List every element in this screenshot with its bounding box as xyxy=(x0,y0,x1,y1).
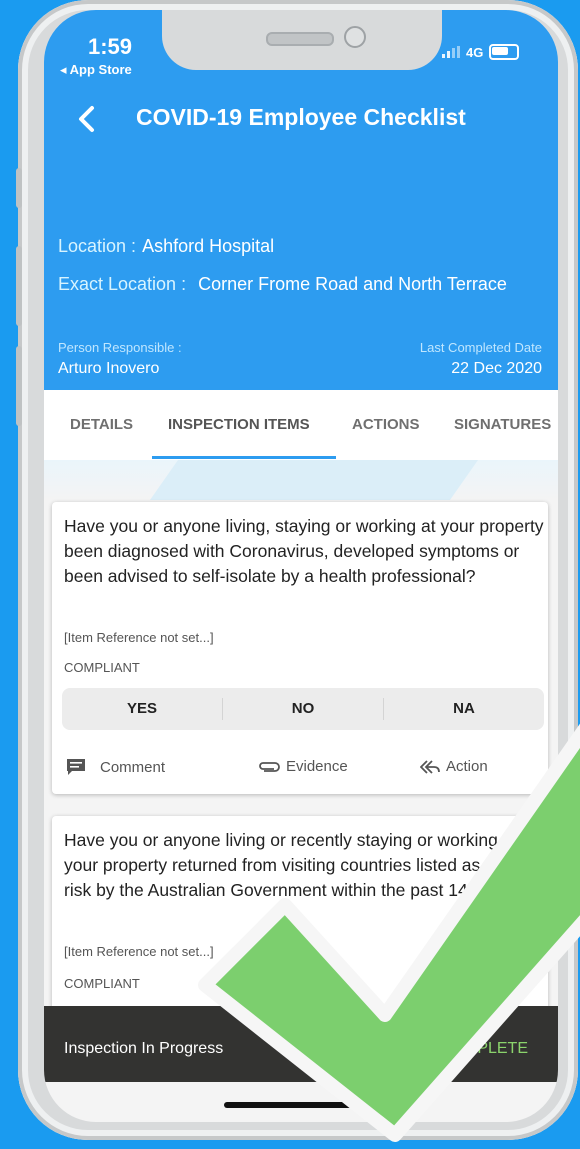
compliance-label: COMPLIANT xyxy=(64,976,140,991)
evidence-button[interactable]: Evidence xyxy=(258,758,348,775)
mute-switch xyxy=(16,168,22,208)
speaker xyxy=(266,32,334,46)
tab-actions[interactable]: ACTIONS xyxy=(352,416,420,433)
item-question: Have you or anyone living or recently st… xyxy=(64,830,520,900)
comment-icon xyxy=(67,759,85,775)
complete-button[interactable]: COMPLETE xyxy=(440,1040,528,1058)
location-label: Location : xyxy=(58,236,137,256)
exact-location-label: Exact Location : xyxy=(58,274,187,294)
location-value: Ashford Hospital xyxy=(142,236,275,256)
signal-icon xyxy=(442,46,460,58)
background-stripe xyxy=(149,460,479,500)
item-question: Have you or anyone living, staying or wo… xyxy=(64,516,544,586)
exact-location-value: Corner Frome Road and North Terrace xyxy=(198,274,507,294)
tab-details[interactable]: DETAILS xyxy=(70,416,133,433)
evidence-label: Evidence xyxy=(286,758,348,775)
battery-icon xyxy=(489,44,520,60)
back-to-app-store-link[interactable]: ◂ App Store xyxy=(60,62,132,78)
network-type: 4G xyxy=(466,44,484,60)
volume-down-button xyxy=(16,346,22,426)
camera xyxy=(344,26,366,48)
compliance-label: COMPLIANT xyxy=(64,660,140,675)
comment-button[interactable]: Comment xyxy=(66,758,165,776)
location-row: Location : Ashford Hospital xyxy=(58,236,274,257)
reply-all-icon xyxy=(420,759,440,774)
answer-segmented-control: YES NO NA xyxy=(62,688,544,730)
answer-no-button[interactable]: NO xyxy=(223,700,383,717)
exact-location-row: Exact Location : Corner Frome Road and No… xyxy=(58,274,507,295)
item-reference: [Item Reference not set...] xyxy=(64,630,214,645)
tab-bar: DETAILS INSPECTION ITEMS ACTIONS SIGNATU… xyxy=(44,390,558,460)
item-reference: [Item Reference not set...] xyxy=(64,944,214,959)
answer-yes-button[interactable]: YES xyxy=(62,700,222,717)
tab-inspection-items[interactable]: INSPECTION ITEMS xyxy=(168,416,310,433)
person-responsible-value: Arturo Inovero xyxy=(58,360,160,377)
inspection-status-bar: Inspection In Progress COMPLETE xyxy=(44,1006,558,1082)
volume-up-button xyxy=(16,246,22,326)
header: 1:59 ◂ App Store 4G COVID-19 Employee Ch… xyxy=(44,10,558,390)
action-button[interactable]: Action xyxy=(420,758,488,775)
paperclip-icon xyxy=(259,761,280,772)
tab-signatures[interactable]: SIGNATURES xyxy=(454,416,551,433)
home-indicator xyxy=(224,1102,374,1108)
last-completed-value: 22 Dec 2020 xyxy=(451,360,542,377)
last-completed-label: Last Completed Date xyxy=(419,340,542,355)
person-responsible-label: Person Responsible : xyxy=(58,340,182,355)
action-label: Action xyxy=(446,758,488,775)
active-tab-indicator xyxy=(152,456,336,459)
page-title: COVID-19 Employee Checklist xyxy=(136,104,466,130)
inspection-status: Inspection In Progress xyxy=(64,1040,224,1057)
phone-screen: 1:59 ◂ App Store 4G COVID-19 Employee Ch… xyxy=(44,10,558,1122)
notch xyxy=(162,10,442,70)
answer-na-button[interactable]: NA xyxy=(384,700,544,717)
inspection-item-card: Have you or anyone living, staying or wo… xyxy=(52,502,548,794)
back-arrow-icon[interactable] xyxy=(70,102,104,136)
comment-label: Comment xyxy=(100,758,166,776)
status-time: 1:59 xyxy=(88,34,133,59)
status-indicators: 4G xyxy=(442,44,520,60)
